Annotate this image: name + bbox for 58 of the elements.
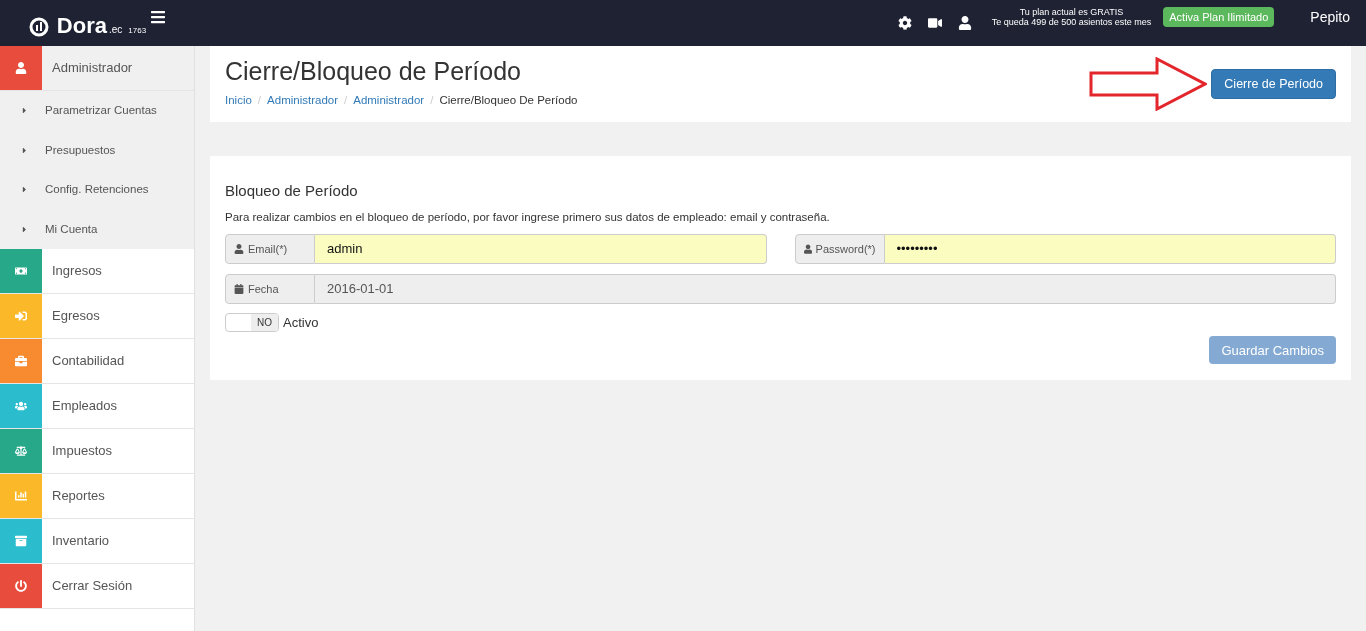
build-number: 1763	[128, 25, 147, 37]
sidebar-item[interactable]: Impuestos	[0, 429, 194, 474]
sidebar-item[interactable]: Reportes	[0, 474, 194, 519]
video-camera-icon[interactable]	[927, 16, 942, 30]
caret-icon	[20, 145, 29, 155]
submenu-item[interactable]: Presupuestos	[0, 130, 194, 170]
field-label: Email(*)	[225, 233, 315, 264]
breadcrumb-current: Cierre/Bloqueo De Período	[439, 92, 578, 108]
password-field[interactable]: •••••••••	[884, 233, 1336, 264]
sidebar-item[interactable]: Contabilidad	[0, 339, 194, 384]
email-field[interactable]: admin	[315, 233, 767, 264]
sidebar-item[interactable]: Empleados	[0, 384, 194, 429]
money-icon	[15, 265, 27, 277]
form-intro: Para realizar cambios en el bloqueo de período, por favor ingrese primero sus datos de empleado: email y contraseña.	[225, 209, 831, 225]
user-icon	[15, 62, 27, 74]
caret-icon	[20, 185, 29, 195]
settings-icon[interactable]	[897, 16, 912, 30]
user-icon[interactable]	[957, 16, 972, 30]
user-name[interactable]: Pepito	[1310, 6, 1350, 28]
menu-icon[interactable]	[150, 9, 167, 25]
briefcase-icon	[15, 355, 27, 367]
breadcrumb-separator: /	[343, 92, 349, 108]
submenu-item[interactable]: Mi Cuenta	[0, 209, 194, 249]
submenu-item[interactable]: Config. Retenciones	[0, 170, 194, 210]
sidebar-item[interactable]: Inventario	[0, 519, 194, 564]
caret-icon	[20, 106, 29, 116]
sidebar-item[interactable]: Cerrar Sesión	[0, 564, 194, 609]
page-title: Cierre/Bloqueo de Período	[225, 58, 523, 84]
scale-icon	[15, 445, 27, 457]
power-icon	[15, 580, 27, 592]
sidebar-item[interactable]: Administrador	[0, 46, 194, 91]
calendar-icon	[234, 283, 244, 294]
breadcrumb-separator: /	[256, 92, 263, 108]
breadcrumb-separator: /	[429, 92, 435, 108]
sidebar-item[interactable]: Egresos	[0, 294, 194, 339]
form-title: Bloqueo de Período	[225, 181, 359, 201]
breadcrumb-link[interactable]: Inicio	[225, 91, 252, 110]
user-icon	[803, 243, 812, 254]
close-period-button[interactable]: Cierre de Período	[1211, 69, 1336, 99]
field-label: Fecha	[225, 273, 315, 304]
field-label: Password(*)	[794, 233, 885, 264]
brand-name: Dora	[56, 15, 107, 37]
toggle-switch[interactable]: NO	[225, 313, 279, 332]
signin-icon	[15, 310, 27, 322]
breadcrumb-link[interactable]: Administrador	[267, 91, 338, 110]
box-icon	[15, 535, 27, 547]
user-icon	[234, 243, 244, 254]
plan-usage: Te queda 499 de 500 asientos este mes	[991, 17, 1152, 27]
users-icon	[15, 400, 27, 412]
plan-status: Tu plan actual es GRATIS	[1019, 7, 1124, 17]
chart-icon	[15, 490, 27, 502]
toggle-label: Activo	[283, 313, 319, 332]
sidebar-item[interactable]: Ingresos	[0, 249, 194, 294]
caret-icon	[20, 224, 29, 234]
breadcrumb-link[interactable]: Administrador	[353, 91, 425, 110]
brand-suffix: .ec	[109, 23, 123, 37]
date-field[interactable]: 2016-01-01	[315, 273, 1336, 304]
submenu-item[interactable]: Parametrizar Cuentas	[0, 91, 194, 131]
